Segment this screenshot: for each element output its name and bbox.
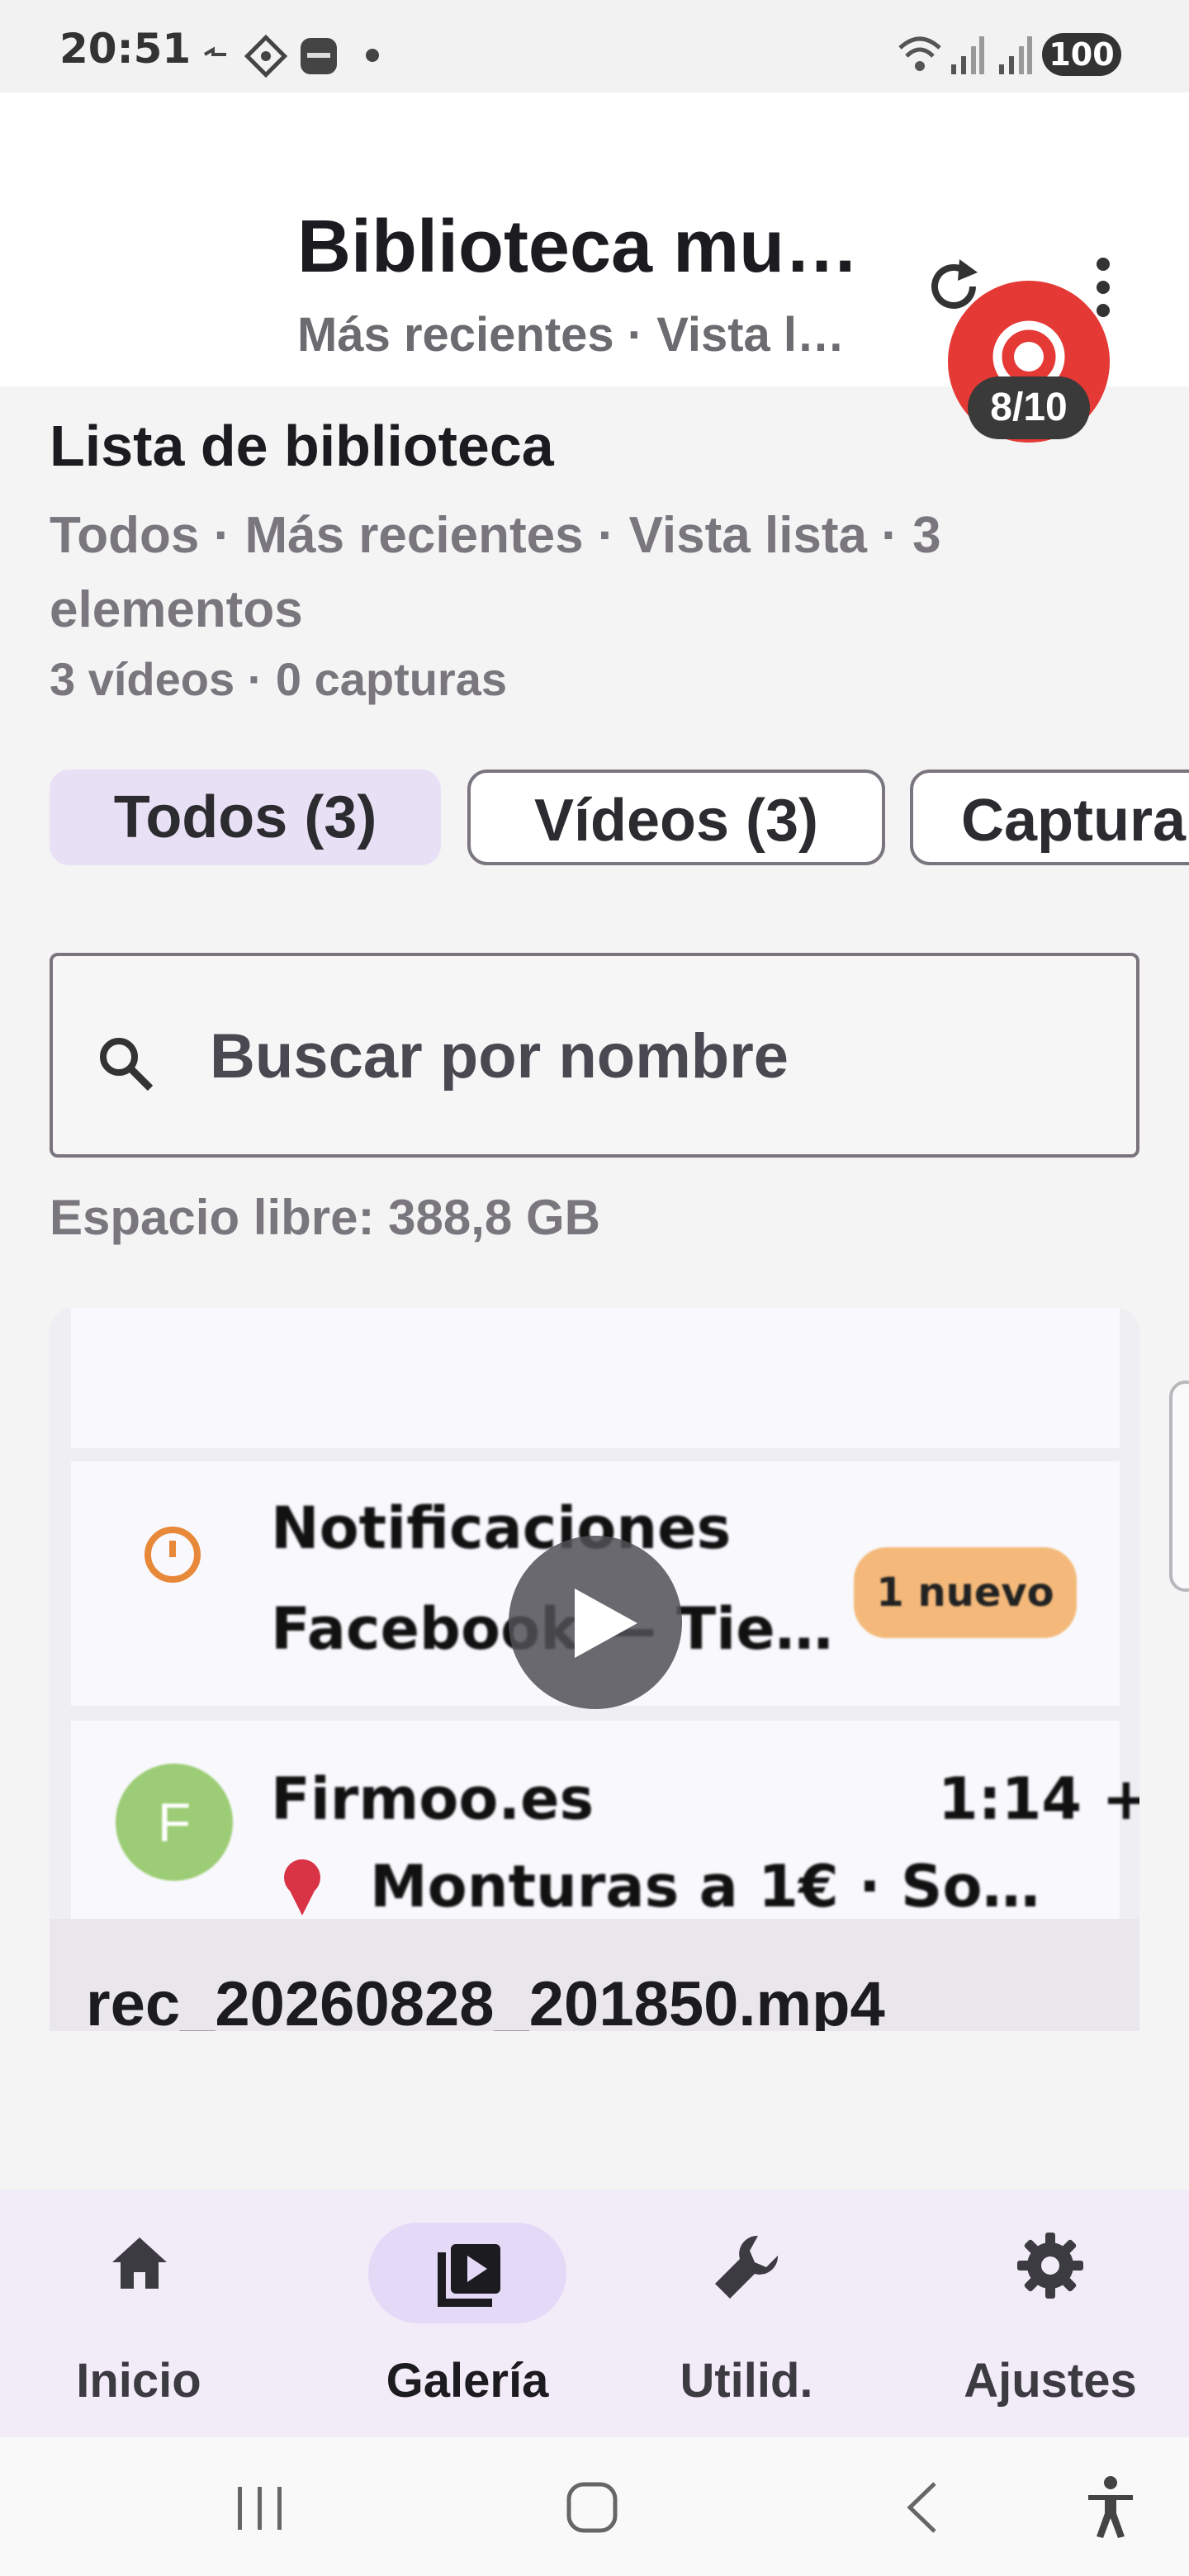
thumbnail-row-2-title: Firmoo.es [271,1765,594,1833]
video-library-icon [438,2244,500,2307]
battery-indicator: 100 [1042,33,1121,76]
notification-icon [203,46,226,56]
play-icon [575,1589,637,1658]
search-placeholder: Buscar por nombre [210,1021,789,1091]
avatar: F [116,1764,233,1881]
gear-icon [1017,2233,1083,2299]
nav-item-utilidades[interactable]: Utilid. [623,2190,870,2437]
section-summary: Todos · Más recientes · Vista lista · 3 … [50,507,941,638]
status-time: 20:51 [59,25,192,73]
alert-icon [144,1527,201,1583]
page-subtitle: Más recientes · Vista l… [297,308,846,362]
home-system-icon[interactable] [565,2480,619,2535]
section-title: Lista de biblioteca [50,414,554,478]
thumbnail-row-2-time: 1:14 + [938,1765,1139,1833]
filter-chip-captures[interactable]: Captura [910,769,1189,865]
back-icon[interactable] [903,2480,941,2535]
app-notification-icon [244,35,287,78]
thumbnail-row-1-title: Notificaciones [271,1494,732,1562]
more-options-icon[interactable] [1087,256,1120,319]
pin-icon [284,1859,320,1915]
thumbnail-new-badge: 1 nuevo [854,1547,1077,1638]
filter-chip-all[interactable]: Todos (3) [50,769,441,865]
nav-label-galeria: Galería [386,2354,549,2408]
search-icon [100,1038,154,1091]
nav-item-ajustes[interactable]: Ajustes [926,2190,1174,2437]
news-icon [301,38,337,74]
nav-label-inicio: Inicio [76,2354,201,2408]
wrench-icon [715,2235,779,2299]
thumbnail-row-top [71,1308,1120,1448]
video-thumbnail[interactable]: Notificaciones Facebook — Tie… 1 nuevo F… [50,1308,1139,1920]
nav-item-galeria[interactable]: Galería [319,2190,566,2437]
free-space-label: Espacio libre: 388,8 GB [50,1190,600,1245]
filter-chip-videos[interactable]: Vídeos (3) [467,769,885,865]
section-counts: 3 vídeos · 0 capturas [50,653,508,705]
media-card[interactable]: Notificaciones Facebook — Tie… 1 nuevo F… [50,1308,1139,2031]
signal-icon [951,36,984,74]
nav-item-inicio[interactable]: Inicio [15,2190,263,2437]
dot-icon [366,49,379,62]
signal-icon-2 [999,36,1032,74]
recent-apps-icon[interactable] [233,2484,287,2533]
page-title: Biblioteca mu… [297,206,860,288]
nav-label-utilidades: Utilid. [680,2354,813,2408]
scroll-handle[interactable] [1169,1380,1189,1592]
thumbnail-row-2-subtitle: Monturas a 1€ · So… [370,1853,1040,1920]
media-file-name: rec_20260828_201850.mp4 [86,1969,885,2031]
recording-count-badge: 8/10 [968,376,1090,439]
nav-label-ajustes: Ajustes [964,2354,1137,2408]
wifi-icon [898,36,941,71]
home-icon [112,2237,167,2289]
accessibility-icon[interactable] [1085,2475,1136,2540]
